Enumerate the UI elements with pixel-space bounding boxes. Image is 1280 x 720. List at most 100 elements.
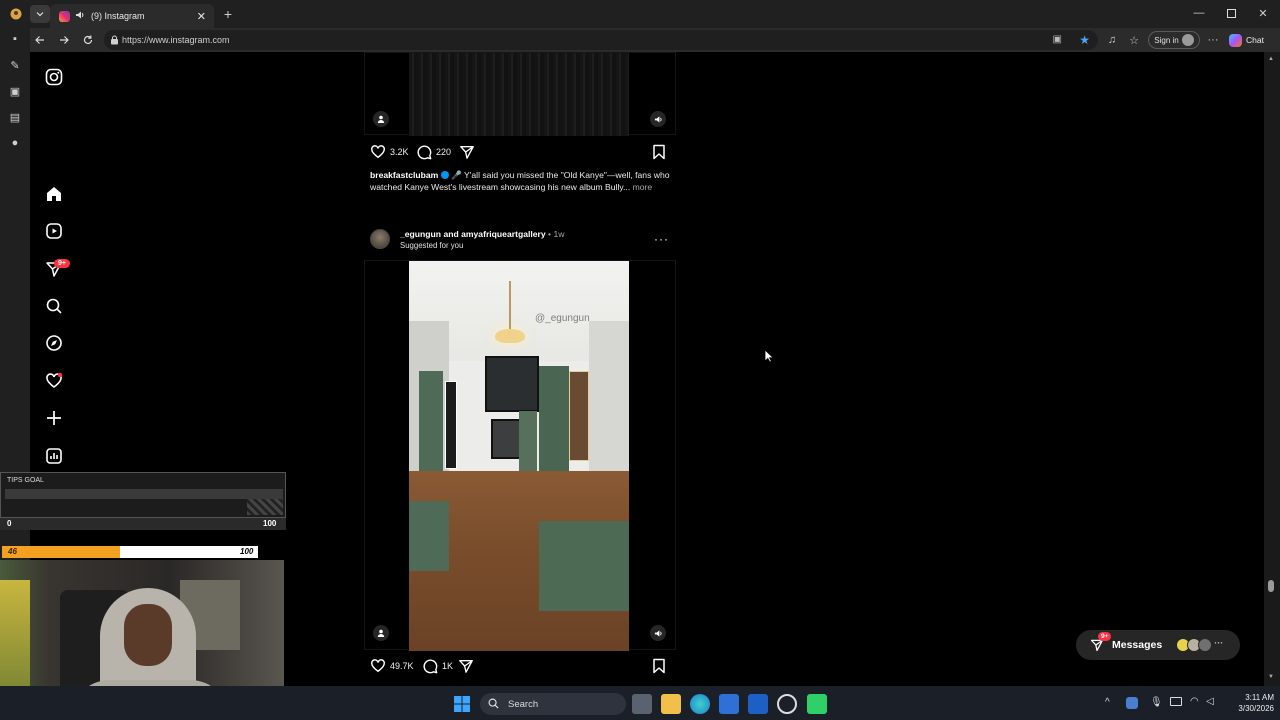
url-field[interactable]: https://www.instagram.com ▣ ★ [104,30,1098,50]
windows-start-icon[interactable] [452,694,472,714]
comment-button[interactable]: 220 [416,144,451,160]
messages-badge: 9+ [1098,632,1112,641]
tips-goal-label: TIPS GOAL [7,477,44,484]
edge-tabs-icon[interactable]: ▪ [8,32,22,46]
tagged-user-icon[interactable] [373,625,389,641]
sign-in-button[interactable]: Sign in [1148,31,1200,49]
goal-progress-value: 46 [8,547,17,556]
reader-mode-icon[interactable]: ▣ [1053,34,1062,45]
more-options-icon[interactable]: ··· [1205,32,1221,48]
bookmark-icon [653,658,665,674]
save-button[interactable] [652,144,666,160]
messages-label: Messages [1112,639,1163,651]
scroll-up-icon[interactable]: ▲ [1268,56,1274,62]
volume-icon[interactable] [650,111,666,127]
minimize-icon[interactable]: — [1192,6,1206,20]
microsoft-store-icon[interactable] [719,694,739,714]
lock-icon[interactable] [110,35,119,47]
video-watermark: @_egungun [535,313,590,324]
chrome-app-icon[interactable] [777,694,797,714]
microphone-icon[interactable]: 🎙 [1150,697,1163,708]
close-window-icon[interactable]: ✕ [1256,6,1270,20]
like-button[interactable]: 49.7K [370,658,414,674]
tips-progress-bar: 0 100 [0,518,286,530]
verified-badge-icon [440,171,449,179]
clock-date: 3/30/2026 [1238,704,1274,713]
keyboard-icon[interactable] [1170,697,1182,706]
edge-shopping-icon[interactable]: ▣ [8,84,22,98]
progress-max: 100 [263,519,277,528]
tab-close-icon[interactable]: ✕ [197,10,206,23]
favorites-icon[interactable]: ☆ [1126,32,1142,48]
maximize-icon[interactable] [1224,6,1238,20]
instagram-logo-icon[interactable] [42,65,66,89]
favorite-star-icon[interactable]: ★ [1079,33,1090,47]
post-authors[interactable]: _egungun and amyafriqueartgallery [400,229,546,239]
create-plus-icon[interactable] [42,406,66,430]
scrollbar-thumb[interactable] [1268,580,1274,592]
task-view-icon[interactable] [632,694,652,714]
scroll-down-icon[interactable]: ▼ [1268,674,1274,680]
edge-tools-icon[interactable]: ✎ [8,58,22,72]
share-button[interactable] [458,658,474,674]
search-icon[interactable] [42,294,66,318]
post-header: _egungun and amyafriqueartgallery • 1w [400,229,564,239]
post-subtitle: Suggested for you [400,241,464,250]
extensions-icon[interactable]: ♫ [1104,32,1120,48]
post-media[interactable] [364,52,676,136]
taskbar-clock[interactable]: 3:11 AM 3/30/2026 [1224,692,1274,714]
goal-progress-bar: 46 100 [2,546,258,558]
messages-button[interactable]: 9+ Messages ··· [1076,630,1240,660]
wifi-icon[interactable]: ◠ [1190,696,1199,707]
notifications-heart-icon[interactable] [42,369,66,393]
clock-time: 3:11 AM [1245,693,1274,702]
volume-icon[interactable]: ◁ [1206,696,1214,707]
new-tab-icon[interactable]: + [220,5,236,23]
more-link[interactable]: more [633,182,653,192]
forward-icon[interactable] [56,32,72,48]
share-button[interactable] [459,144,475,160]
more-avatars-icon: ··· [1214,638,1224,648]
comment-count: 1K [442,661,454,671]
url-text: https://www.instagram.com [122,35,230,45]
progress-min: 0 [7,519,12,528]
comment-count: 220 [436,147,452,157]
sign-in-label: Sign in [1154,35,1179,45]
save-button[interactable] [652,658,666,674]
edge-browser-icon[interactable] [690,694,710,714]
taskbar-search-box[interactable]: Search [480,693,626,715]
back-icon[interactable] [32,32,48,48]
speaker-icon[interactable] [75,10,85,22]
explore-icon[interactable] [42,331,66,355]
avatar[interactable] [370,229,390,249]
browser-titlebar: (9) Instagram ✕ + — ✕ [0,0,1280,28]
copilot-icon [1229,33,1242,47]
post-options-icon[interactable]: ··· [654,232,669,246]
file-explorer-icon[interactable] [661,694,681,714]
post-media[interactable]: @_egungun [364,260,676,651]
refresh-icon[interactable] [80,32,96,48]
like-count: 3.2K [390,147,409,157]
volume-icon[interactable] [650,625,666,641]
chat-label: Chat [1246,35,1264,45]
show-hidden-icons-icon[interactable]: ^ [1105,697,1110,708]
copilot-chat-button[interactable]: Chat [1229,32,1273,48]
edge-games-icon[interactable]: ▤ [8,110,22,124]
tab-instagram[interactable]: (9) Instagram ✕ [50,4,214,28]
android-app-icon[interactable] [807,694,827,714]
reels-icon[interactable] [42,219,66,243]
profile-icon[interactable] [8,6,24,22]
dashboard-icon[interactable] [42,444,66,468]
tab-actions-chevron-icon[interactable] [30,5,50,23]
home-icon[interactable] [42,182,66,206]
edge-media-icon[interactable]: ● [8,136,22,150]
tagged-user-icon[interactable] [373,111,389,127]
like-button[interactable]: 3.2K [370,144,409,160]
comment-button[interactable]: 1K [422,658,453,674]
tips-goal-pattern [247,499,283,515]
onedrive-icon[interactable] [1126,697,1138,709]
caption-username[interactable]: breakfastclubam [370,170,438,180]
mail-icon[interactable] [748,694,768,714]
messages-icon: 9+ [1090,632,1112,652]
heart-icon [371,659,385,673]
